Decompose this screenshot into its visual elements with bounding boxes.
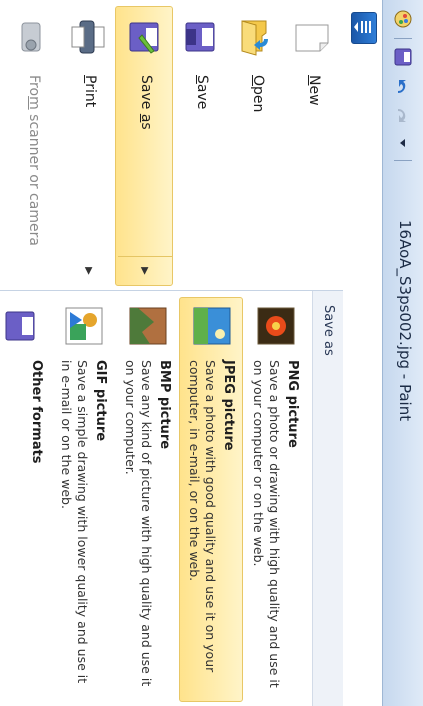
menu-item-save-as[interactable]: Save as ▶: [115, 6, 173, 286]
menu-item-label: From scanner or camera: [26, 75, 42, 246]
format-description: Save a photo or drawing with high qualit…: [251, 360, 282, 688]
menu-item-save[interactable]: Save: [171, 6, 229, 286]
other-formats-icon: [0, 306, 40, 346]
scanner-icon: [12, 17, 52, 57]
undo-icon[interactable]: [392, 76, 414, 98]
save-as-gif[interactable]: GIF picture Save a simple drawing with l…: [51, 297, 115, 702]
redo-icon[interactable]: [392, 104, 414, 126]
format-description: Save any kind of picture with high quali…: [123, 360, 154, 687]
paint-window: 16AoA_S3ps002.jpg - Paint New Open Save: [0, 0, 423, 706]
menu-item-label: Save as: [138, 75, 154, 130]
save-as-jpeg[interactable]: JPEG picture Save a photo with good qual…: [179, 297, 243, 702]
save-as-submenu: Save as PNG picture Save a photo or draw…: [0, 291, 343, 706]
format-title: GIF picture: [93, 360, 108, 442]
bmp-picture-icon: [128, 306, 168, 346]
application-menu: New Open Save Save as ▶ Print ▶ From sca…: [0, 0, 343, 291]
save-icon: [180, 17, 220, 57]
title-bar: 16AoA_S3ps002.jpg - Paint: [382, 0, 423, 706]
format-description: Save a photo with good quality and use i…: [187, 360, 218, 673]
save-as-icon: [124, 17, 164, 57]
new-icon: [292, 17, 332, 57]
format-title: JPEG picture: [221, 360, 236, 451]
format-description: Save a simple drawing with lower quality…: [59, 360, 90, 684]
open-icon: [236, 17, 276, 57]
menu-item-from-scanner: From scanner or camera: [3, 6, 61, 286]
menu-item-label: Print: [82, 75, 98, 108]
menu-item-label: New: [306, 75, 322, 106]
format-title: Other formats: [29, 360, 44, 464]
gif-picture-icon: [64, 306, 104, 346]
menu-item-label: Open: [250, 75, 266, 113]
menu-item-open[interactable]: Open: [227, 6, 285, 286]
menu-item-label: Save: [194, 75, 210, 110]
menu-item-print[interactable]: Print ▶: [59, 6, 117, 286]
save-as-png[interactable]: PNG picture Save a photo or drawing with…: [243, 297, 307, 702]
customize-quick-access-icon[interactable]: [392, 132, 414, 154]
paint-app-icon[interactable]: [392, 8, 414, 30]
png-picture-icon: [256, 306, 296, 346]
window-title: 16AoA_S3ps002.jpg - Paint: [396, 220, 414, 422]
save-as-bmp[interactable]: BMP picture Save any kind of picture wit…: [115, 297, 179, 702]
format-title: BMP picture: [157, 360, 172, 450]
format-title: PNG picture: [285, 360, 300, 448]
jpeg-picture-icon: [192, 306, 232, 346]
print-icon: [68, 17, 108, 57]
submenu-arrow-icon[interactable]: ▶: [118, 256, 172, 285]
paint-menu-button[interactable]: [351, 12, 377, 44]
save-icon[interactable]: [392, 46, 414, 68]
submenu-arrow-icon[interactable]: ▶: [62, 256, 116, 285]
save-as-other-formats[interactable]: Other formats: [0, 297, 51, 702]
submenu-heading: Save as: [312, 291, 343, 706]
menu-item-new[interactable]: New: [283, 6, 341, 286]
